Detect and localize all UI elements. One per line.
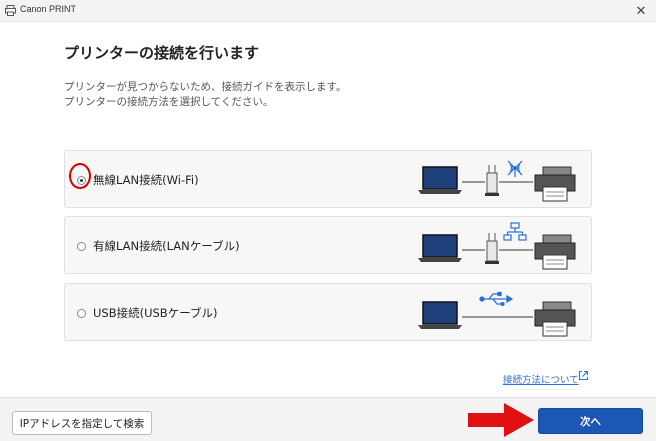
page-title: プリンターの接続を行います bbox=[64, 44, 260, 62]
router-icon bbox=[485, 233, 499, 264]
window-title: Canon PRINT bbox=[20, 4, 77, 14]
option-wired-lan[interactable]: 有線LAN接続(LANケーブル) bbox=[64, 216, 592, 274]
annotation-arrow bbox=[468, 403, 534, 437]
option-usb[interactable]: USB接続(USBケーブル) bbox=[64, 283, 592, 341]
printer-icon bbox=[534, 301, 576, 337]
close-button[interactable]: ✕ bbox=[626, 0, 656, 22]
wifi-connection-illustration bbox=[418, 160, 576, 202]
laptop-icon bbox=[418, 166, 462, 194]
close-icon: ✕ bbox=[635, 3, 647, 19]
wired-lan-connection-illustration bbox=[418, 222, 576, 270]
printer-icon bbox=[534, 166, 576, 202]
router-icon bbox=[485, 165, 499, 196]
description-line-1: プリンターが見つからないため、接続ガイドを表示します。 bbox=[64, 81, 347, 93]
description-line-2: プリンターの接続方法を選択してください。 bbox=[64, 96, 274, 108]
title-bar: Canon PRINT ✕ bbox=[0, 0, 656, 22]
radio-wired-lan[interactable] bbox=[77, 242, 86, 251]
option-wired-lan-label: 有線LAN接続(LANケーブル) bbox=[93, 239, 240, 253]
lan-network-icon bbox=[503, 222, 527, 241]
printer-app-icon bbox=[5, 5, 16, 16]
laptop-icon bbox=[418, 301, 462, 329]
laptop-icon bbox=[418, 234, 462, 262]
option-wifi[interactable]: 無線LAN接続(Wi-Fi) bbox=[64, 150, 592, 208]
connection-help-link[interactable]: 接続方法について bbox=[503, 372, 579, 386]
search-by-ip-button[interactable]: IPアドレスを指定して検索 bbox=[12, 411, 152, 435]
usb-connection-illustration bbox=[418, 291, 576, 337]
printer-icon bbox=[534, 234, 576, 270]
radio-usb[interactable] bbox=[77, 309, 86, 318]
option-wifi-label: 無線LAN接続(Wi-Fi) bbox=[93, 173, 199, 187]
wifi-router-icon bbox=[507, 160, 523, 177]
next-button[interactable]: 次へ bbox=[538, 408, 643, 434]
external-link-icon[interactable] bbox=[578, 370, 589, 381]
option-usb-label: USB接続(USBケーブル) bbox=[93, 306, 218, 320]
annotation-circle bbox=[69, 163, 91, 189]
usb-icon bbox=[479, 291, 514, 307]
